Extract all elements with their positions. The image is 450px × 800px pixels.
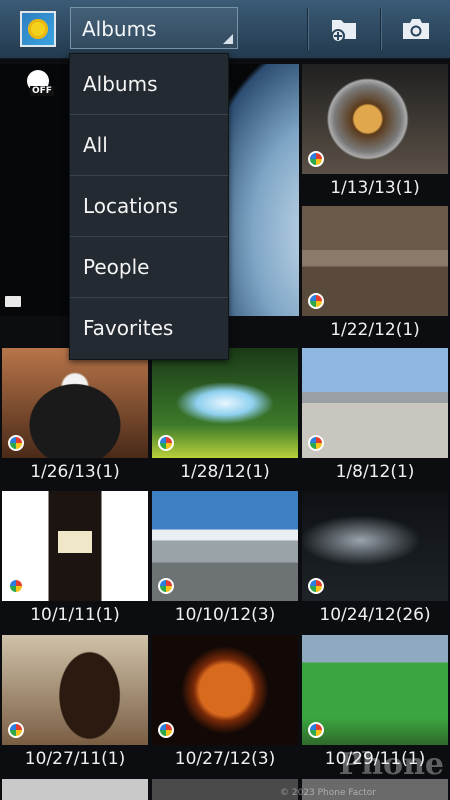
album-caption: 1/26/13(1) — [30, 462, 120, 482]
album-tile[interactable] — [152, 779, 298, 800]
picasa-icon — [8, 578, 24, 594]
menu-item-favorites[interactable]: Favorites — [70, 298, 228, 359]
folder-icon — [5, 296, 21, 307]
album-caption: 1/28/12(1) — [180, 462, 270, 482]
album-tile[interactable]: 10/10/12(3) — [152, 491, 298, 631]
menu-item-people[interactable]: People — [70, 237, 228, 298]
album-caption: 10/10/12(3) — [174, 605, 276, 625]
menu-item-albums[interactable]: Albums — [70, 54, 228, 115]
album-caption: 10/27/11(1) — [24, 749, 126, 769]
album-tile[interactable]: 1/22/12(1) — [302, 206, 448, 346]
album-caption: 1/8/12(1) — [335, 462, 415, 482]
picasa-icon — [308, 722, 324, 738]
picasa-icon — [8, 435, 24, 451]
camera-button[interactable] — [381, 0, 450, 58]
album-tile[interactable]: 10/1/11(1) — [2, 491, 148, 631]
picasa-icon — [158, 435, 174, 451]
view-menu: Albums All Locations People Favorites — [69, 53, 229, 360]
album-caption: 1/22/12(1) — [330, 320, 420, 340]
picasa-icon — [158, 578, 174, 594]
camera-icon — [403, 19, 429, 39]
off-label: OFF — [30, 86, 54, 96]
picasa-icon — [308, 578, 324, 594]
photo-frame-off-badge: OFF — [24, 70, 54, 100]
album-caption: 10/27/12(3) — [174, 749, 276, 769]
album-caption: 10/1/11(1) — [30, 605, 120, 625]
album-tile[interactable]: 1/8/12(1) — [302, 348, 448, 488]
picasa-icon — [308, 435, 324, 451]
menu-item-locations[interactable]: Locations — [70, 176, 228, 237]
album-tile[interactable]: 10/24/12(26) — [302, 491, 448, 631]
gallery-app-icon[interactable] — [20, 11, 56, 47]
footer-copyright: © 2023 Phone Factor — [280, 788, 376, 798]
picasa-icon — [308, 293, 324, 309]
new-folder-icon — [331, 20, 356, 43]
album-tile[interactable]: 10/27/12(3) — [152, 635, 298, 775]
album-tile[interactable] — [2, 779, 148, 800]
divider — [307, 8, 308, 50]
album-tile[interactable]: 10/27/11(1) — [2, 635, 148, 775]
album-tile[interactable]: 1/13/13(1) — [302, 64, 448, 204]
picasa-icon — [308, 151, 324, 167]
album-tile[interactable]: 1/26/13(1) — [2, 348, 148, 488]
album-tile[interactable]: 1/28/12(1) — [152, 348, 298, 488]
dropdown-arrow-icon — [223, 34, 233, 44]
picasa-icon — [158, 722, 174, 738]
view-dropdown-label: Albums — [82, 17, 157, 41]
picasa-icon — [8, 722, 24, 738]
watermark: Phone — [338, 747, 444, 782]
new-album-button[interactable] — [310, 0, 380, 58]
view-dropdown[interactable]: Albums — [70, 7, 238, 49]
album-caption: 10/24/12(26) — [319, 605, 431, 625]
album-caption: 1/13/13(1) — [330, 178, 420, 198]
action-bar: Albums — [0, 0, 450, 59]
menu-item-all[interactable]: All — [70, 115, 228, 176]
